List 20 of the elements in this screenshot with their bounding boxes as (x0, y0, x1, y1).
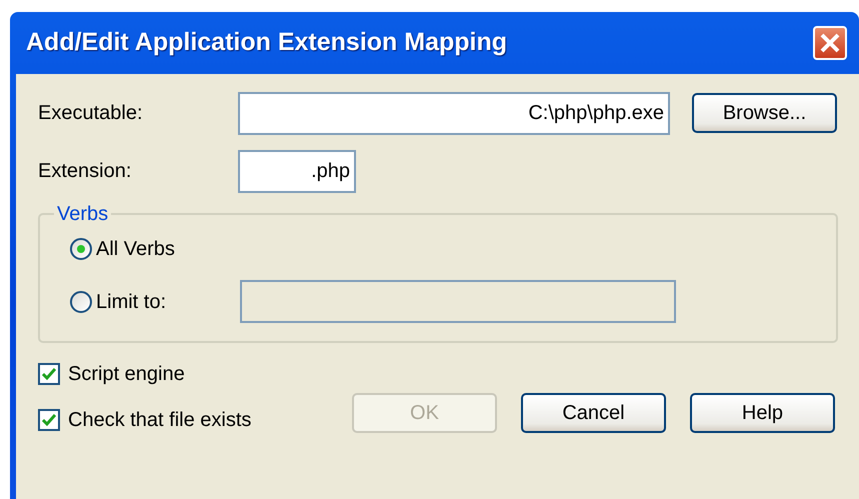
radio-option[interactable]: Limit to: (70, 286, 240, 316)
extension-field[interactable]: .php (238, 150, 356, 192)
check-icon (42, 414, 56, 426)
checkbox[interactable] (38, 409, 60, 431)
checkbox[interactable] (38, 363, 60, 385)
dialog-button[interactable]: Cancel (521, 393, 666, 433)
close-icon (819, 32, 841, 54)
check-icon (42, 368, 56, 380)
group-title: Verbs (56, 204, 110, 224)
close-button[interactable] (813, 26, 847, 60)
field-label: Extension: (38, 159, 132, 184)
radio-option[interactable]: All Verbs (70, 234, 240, 264)
checkbox-option[interactable]: Script engine (38, 359, 368, 389)
window-title: Add/Edit Application Extension Mapping (26, 27, 508, 58)
radio-button[interactable] (70, 290, 92, 312)
radio-button[interactable] (70, 238, 92, 260)
field-label: Executable: (38, 101, 144, 126)
executable-field[interactable]: C:\php\php.exe (238, 92, 670, 134)
browse-button[interactable]: Browse... (692, 93, 837, 133)
dialog-button[interactable]: Help (690, 393, 835, 433)
